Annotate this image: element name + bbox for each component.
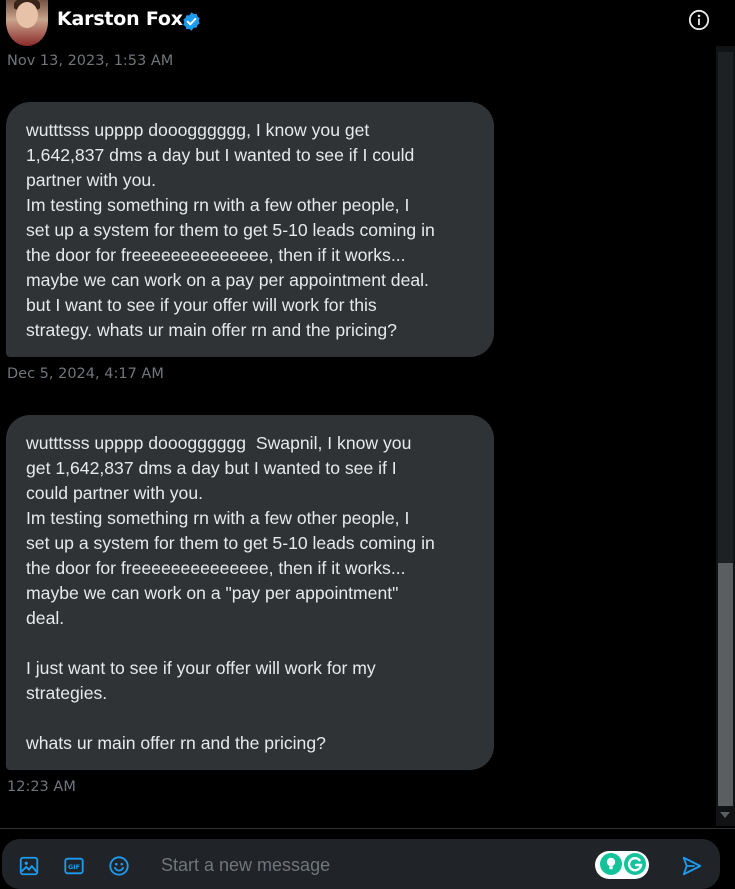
message-timestamp: Dec 5, 2024, 4:17 AM <box>7 366 164 382</box>
grammarly-bulb-icon[interactable] <box>600 853 622 875</box>
grammarly-icon[interactable] <box>624 853 646 875</box>
svg-text:GIF: GIF <box>68 863 80 871</box>
conversation-header: Karston Fox <box>0 0 735 46</box>
emoji-icon[interactable] <box>108 855 130 877</box>
info-icon[interactable] <box>688 9 710 31</box>
avatar[interactable] <box>6 0 48 46</box>
image-icon[interactable] <box>18 855 40 877</box>
message-input[interactable]: Start a new message <box>161 855 330 876</box>
message-timestamp: 12:23 AM <box>7 779 76 795</box>
composer-divider <box>0 828 735 829</box>
verified-badge-icon <box>183 12 200 31</box>
message-bubble[interactable]: wutttsss upppp dooogggggg Swapnil, I kno… <box>6 415 494 770</box>
message-timestamp: Nov 13, 2023, 1:53 AM <box>7 53 174 69</box>
scroll-down-arrow-icon[interactable] <box>720 812 730 818</box>
avatar-face <box>16 2 38 28</box>
contact-name[interactable]: Karston Fox <box>57 8 183 30</box>
message-bubble[interactable]: wutttsss upppp dooogggggg, I know you ge… <box>6 102 494 357</box>
send-icon[interactable] <box>681 855 703 877</box>
gif-icon[interactable]: GIF <box>63 855 85 877</box>
scrollbar-thumb[interactable] <box>718 563 733 806</box>
